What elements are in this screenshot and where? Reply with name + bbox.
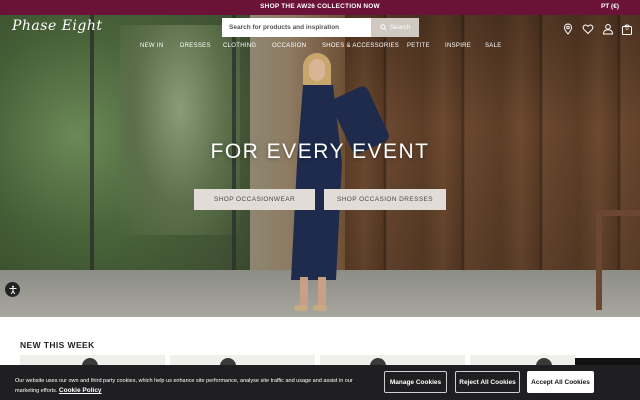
heart-icon[interactable] [582,22,594,35]
reject-all-cookies-button[interactable]: Reject All Cookies [455,371,520,393]
accept-all-cookies-button[interactable]: Accept All Cookies [527,371,594,393]
cookie-message: Our website uses our own and third party… [15,376,355,396]
nav-inspire[interactable]: INSPIRE [445,43,471,49]
account-icon[interactable] [602,22,614,35]
search-button[interactable]: Search [371,18,419,37]
cookie-banner: Our website uses our own and third party… [0,365,640,400]
search-button-label: Search [389,24,411,31]
promo-text[interactable]: SHOP THE AW26 COLLECTION NOW [0,3,640,10]
search-icon [379,24,387,31]
nav-occasion[interactable]: OCCASION [272,43,306,49]
hero-banner[interactable]: FOR EVERY EVENT SHOP OCCASIONWEAR SHOP O… [0,15,640,317]
nav-shoes-accessories[interactable]: SHOES & ACCESSORIES [322,43,399,49]
manage-cookies-button[interactable]: Manage Cookies [384,371,447,393]
model-face [309,59,325,81]
nav-new-in[interactable]: NEW IN [140,43,163,49]
model-shoe [313,305,327,311]
hero-title: FOR EVERY EVENT [210,140,430,163]
nav-dresses[interactable]: DRESSES [180,43,211,49]
region-selector[interactable]: PT (€) [601,3,619,10]
accessibility-icon [9,285,16,294]
model-shoe [294,305,308,311]
nav-sale[interactable]: SALE [485,43,502,49]
nav-clothing[interactable]: CLOTHING [223,43,256,49]
logo[interactable]: Phase Eight [12,18,103,34]
search-bar[interactable]: Search [222,18,419,37]
shop-occasionwear-button[interactable]: SHOP OCCASIONWEAR [194,189,315,210]
search-input[interactable] [222,18,371,37]
accessibility-button[interactable] [5,282,20,297]
promo-bar[interactable]: SHOP THE AW26 COLLECTION NOW PT (€) [0,0,640,15]
new-this-week-title: NEW THIS WEEK [20,340,95,350]
bag-count: 0 [625,26,629,32]
nav-petite[interactable]: PETITE [407,43,430,49]
location-icon[interactable] [562,22,574,35]
cookie-policy-link[interactable]: Cookie Policy [59,387,102,394]
chair [596,210,640,310]
shop-occasion-dresses-button[interactable]: SHOP OCCASION DRESSES [324,189,446,210]
bag-icon[interactable]: 0 [621,22,633,35]
